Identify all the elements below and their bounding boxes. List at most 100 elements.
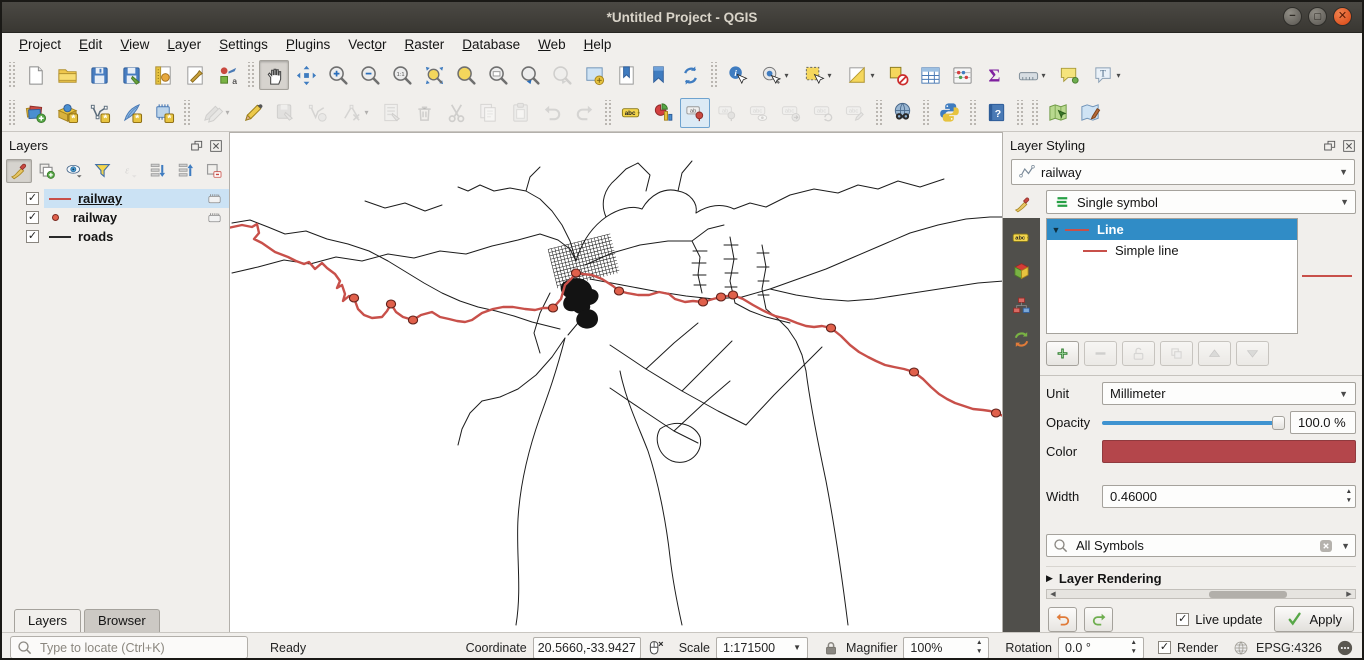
slider-handle[interactable] (1272, 416, 1285, 430)
zoom-to-selection-button[interactable] (451, 60, 481, 90)
select-features-button[interactable]: ▾ (797, 60, 838, 90)
styling-layer-combo[interactable]: railway ▼ (1011, 159, 1355, 185)
symbols-filter-box[interactable]: All Symbols ▼ (1046, 534, 1356, 557)
zoom-native-button[interactable]: 1:1 (387, 60, 417, 90)
plugin-map-search-button[interactable] (1043, 98, 1073, 128)
redo-style-button[interactable] (1084, 607, 1113, 632)
menu-edit[interactable]: Edit (70, 35, 111, 54)
close-panel-icon[interactable] (1341, 138, 1357, 153)
save-project-button[interactable] (84, 60, 114, 90)
dropdown-arrow-icon[interactable]: ▾ (225, 108, 229, 117)
layer-visibility-checkbox[interactable]: ✓ (26, 230, 39, 243)
symbol-tree-item-simple-line[interactable]: Simple line (1047, 240, 1297, 261)
history-tab[interactable] (1011, 329, 1032, 350)
layer-diagram-options-button[interactable] (648, 98, 678, 128)
zoom-in-button[interactable] (323, 60, 353, 90)
select-by-form-button[interactable]: ▾ (840, 60, 881, 90)
layer-item-roads-2[interactable]: ✓ roads (2, 227, 229, 246)
dropdown-arrow-icon[interactable]: ▾ (364, 108, 368, 117)
menu-vector[interactable]: Vector (339, 35, 395, 54)
map-tips-button[interactable] (1054, 60, 1084, 90)
python-console-button[interactable] (934, 98, 964, 128)
clear-icon[interactable] (1317, 537, 1335, 555)
coordinate-field[interactable]: 20.5660,-33.9427 (533, 637, 641, 659)
layer-item-railway-0[interactable]: ✓railway (2, 189, 229, 208)
show-layout-manager-button[interactable] (180, 60, 210, 90)
zoom-out-button[interactable] (355, 60, 385, 90)
zoom-to-layer-button[interactable] (483, 60, 513, 90)
save-project-as-button[interactable] (116, 60, 146, 90)
labels-tab[interactable]: abc (1011, 227, 1032, 248)
renderer-combo[interactable]: Single symbol ▼ (1046, 190, 1356, 214)
crs-globe-icon[interactable] (1232, 639, 1250, 657)
spin-up-icon[interactable]: ▲ (1131, 639, 1137, 647)
scale-combo[interactable]: 1:171500 ▼ (716, 637, 808, 659)
pin-unpin-labels-button[interactable]: ab (680, 98, 710, 128)
menu-web[interactable]: Web (529, 35, 575, 54)
show-bookmarks-button[interactable] (643, 60, 673, 90)
dropdown-arrow-icon[interactable]: ▾ (1041, 71, 1045, 80)
statistical-summary-button[interactable]: Σ (979, 60, 1009, 90)
zoom-last-button[interactable] (515, 60, 545, 90)
remove-layer-button[interactable] (200, 159, 226, 183)
scroll-right-icon[interactable]: ▶ (1343, 590, 1355, 598)
refresh-button[interactable] (675, 60, 705, 90)
pan-to-selection-button[interactable] (291, 60, 321, 90)
new-virtual-layer-button[interactable]: * (148, 98, 178, 128)
add-symbol-layer-button[interactable] (1046, 341, 1079, 366)
live-update-checkbox[interactable]: ✓ (1176, 613, 1189, 626)
memory-layer-indicator-icon[interactable] (206, 190, 223, 207)
maximize-button[interactable]: ▢ (1308, 7, 1327, 26)
toggle-extents-icon[interactable] (647, 639, 665, 657)
scrollbar-thumb[interactable] (1209, 591, 1287, 598)
map-canvas[interactable] (230, 132, 1002, 632)
spin-down-icon[interactable]: ▼ (1131, 648, 1137, 656)
close-button[interactable]: ✕ (1333, 7, 1352, 26)
layer-visibility-checkbox[interactable]: ✓ (26, 211, 39, 224)
magnifier-spinbox[interactable]: 100% ▲▼ (903, 637, 989, 659)
spin-down-icon[interactable]: ▼ (1346, 497, 1352, 505)
minimize-button[interactable]: − (1283, 7, 1302, 26)
open-project-button[interactable] (52, 60, 82, 90)
new-project-button[interactable] (20, 60, 50, 90)
locator-input[interactable] (38, 640, 242, 656)
float-panel-icon[interactable] (189, 138, 205, 153)
dropdown-arrow-icon[interactable]: ▾ (870, 71, 874, 80)
menu-settings[interactable]: Settings (210, 35, 277, 54)
metasearch-button[interactable] (887, 98, 917, 128)
close-panel-icon[interactable] (208, 138, 224, 153)
symbol-tree-item-line[interactable]: ▼ Line (1047, 219, 1297, 240)
manage-map-themes-button[interactable] (62, 159, 88, 183)
add-group-button[interactable] (34, 159, 60, 183)
spin-down-icon[interactable]: ▼ (976, 648, 982, 656)
new-spatialite-layer-button[interactable]: * (116, 98, 146, 128)
menu-project[interactable]: Project (10, 35, 70, 54)
expand-all-button[interactable] (145, 159, 171, 183)
menu-raster[interactable]: Raster (396, 35, 454, 54)
menu-database[interactable]: Database (453, 35, 529, 54)
scroll-left-icon[interactable]: ◀ (1047, 590, 1059, 598)
opacity-slider[interactable] (1102, 411, 1283, 434)
filter-legend-button[interactable] (89, 159, 115, 183)
identify-features-button[interactable]: i (722, 60, 752, 90)
deselect-features-button[interactable] (883, 60, 913, 90)
layer-rendering-section[interactable]: ▶ Layer Rendering (1046, 566, 1356, 586)
menu-layer[interactable]: Layer (158, 35, 210, 54)
new-print-layout-button[interactable] (148, 60, 178, 90)
text-annotation-button[interactable]: T▾ (1086, 60, 1127, 90)
tab-browser[interactable]: Browser (84, 609, 160, 632)
new-spatial-bookmark-button[interactable] (611, 60, 641, 90)
open-layer-styling-button[interactable] (6, 159, 32, 183)
horizontal-scrollbar[interactable]: ◀ ▶ (1046, 589, 1356, 599)
data-source-manager-button[interactable] (20, 98, 50, 128)
crs-status[interactable]: EPSG:4326 (1256, 641, 1322, 655)
dropdown-arrow-icon[interactable]: ▾ (827, 71, 831, 80)
width-spinbox[interactable]: 0.46000 ▲▼ (1102, 485, 1356, 508)
opacity-spinbox[interactable]: 100.0 % (1290, 411, 1356, 434)
locator-bar[interactable] (10, 636, 248, 659)
rotation-spinbox[interactable]: 0.0 ° ▲▼ (1058, 637, 1144, 659)
layer-row-body[interactable]: roads (44, 227, 229, 246)
render-checkbox[interactable]: ✓ (1158, 641, 1171, 654)
new-map-view-button[interactable] (579, 60, 609, 90)
new-geopackage-layer-button[interactable]: * (52, 98, 82, 128)
